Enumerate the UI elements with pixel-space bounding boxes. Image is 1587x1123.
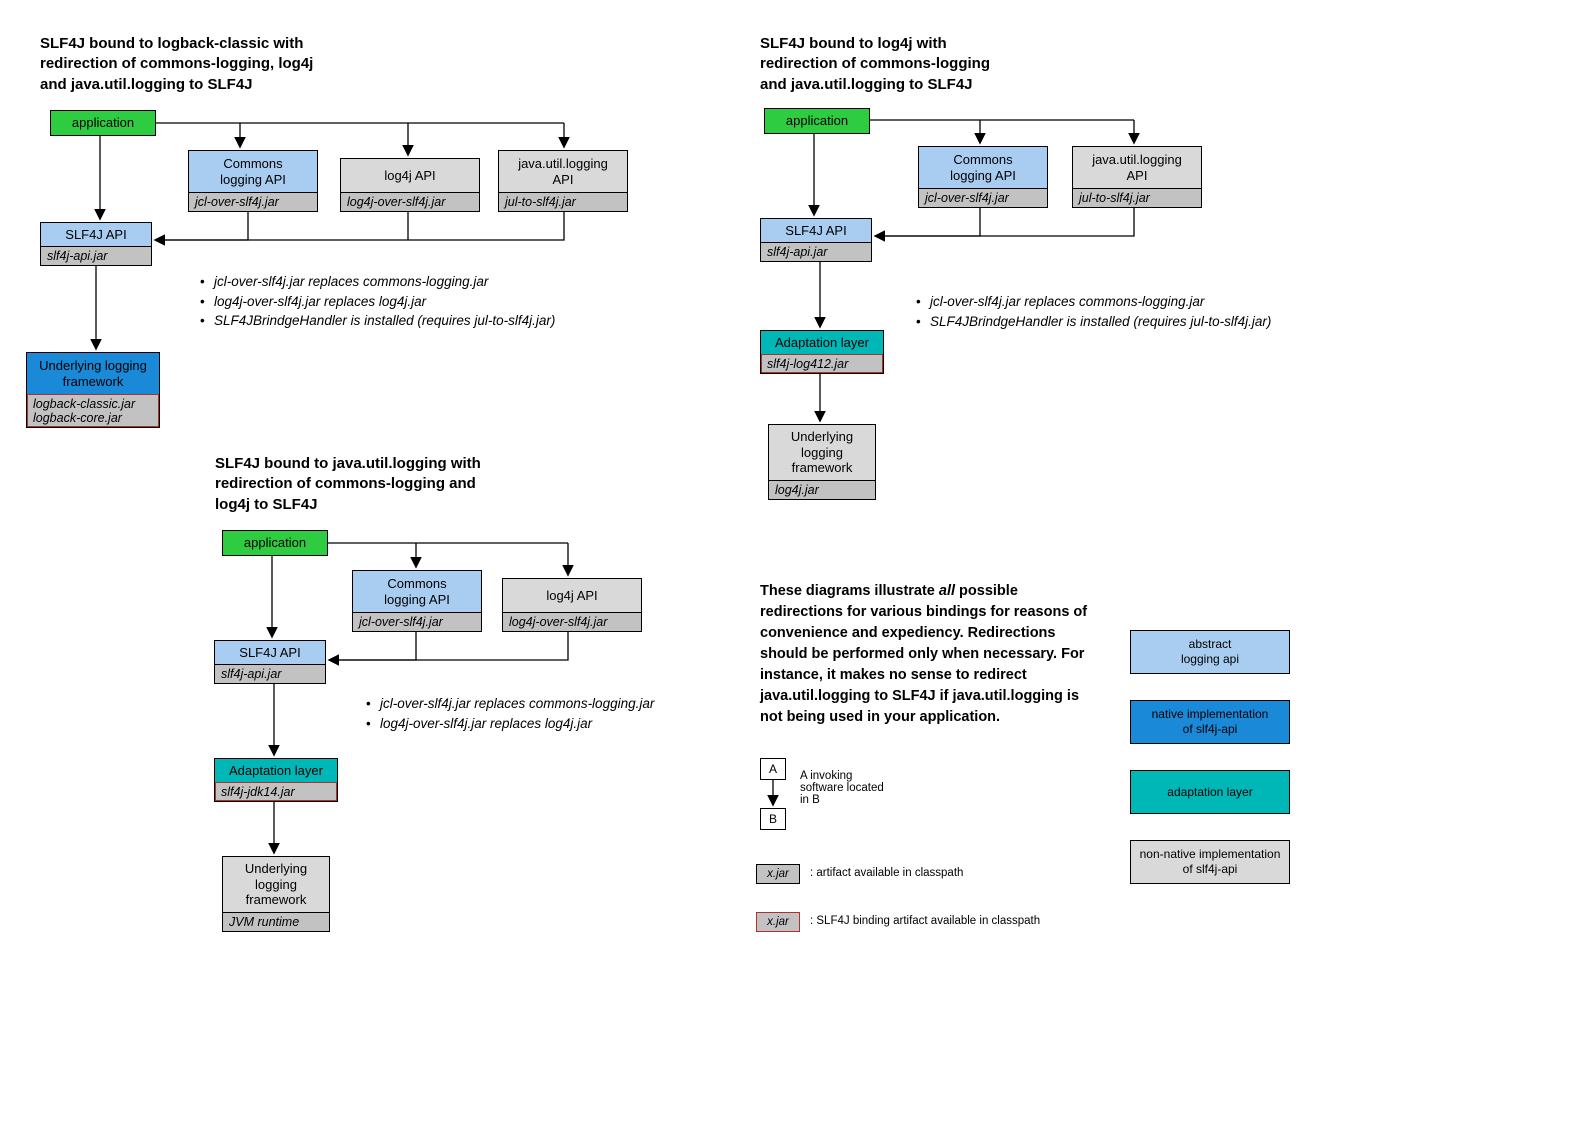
panel-jul-underlying: Underlying logging framework JVM runtime [222, 856, 330, 932]
legend-nonnative: non-native implementation of slf4j-api [1130, 840, 1290, 884]
jar-label: jcl-over-slf4j.jar [189, 192, 317, 211]
panel-jul-notes: •jcl-over-slf4j.jar replaces commons-log… [366, 694, 654, 733]
jar-label: jul-to-slf4j.jar [499, 192, 627, 211]
legend-adaptation: adaptation layer [1130, 770, 1290, 814]
panel-log4j-commons: Commons logging API jcl-over-slf4j.jar [918, 146, 1048, 208]
note: jcl-over-slf4j.jar replaces commons-logg… [930, 294, 1204, 309]
panel-logback-notes: •jcl-over-slf4j.jar replaces commons-log… [200, 272, 555, 331]
box-label: Underlying logging framework [769, 425, 875, 480]
jar-label: slf4j-jdk14.jar [215, 782, 337, 801]
box-label: SLF4J API [761, 219, 871, 242]
jar-label: logback-classic.jar logback-core.jar [27, 394, 159, 427]
panel-log4j-adaptation: Adaptation layer slf4j-log412.jar [760, 330, 884, 374]
summary-paragraph: These diagrams illustrate all possible r… [760, 560, 1090, 728]
panel-logback-underlying: Underlying logging framework logback-cla… [26, 352, 160, 428]
box-label: SLF4J API [215, 641, 325, 664]
legend-jar-plain: x.jar [756, 864, 800, 884]
box-label: Underlying logging framework [223, 857, 329, 912]
note: jcl-over-slf4j.jar replaces commons-logg… [214, 274, 488, 289]
panel-log4j-slf4j: SLF4J API slf4j-api.jar [760, 218, 872, 262]
legend-jar-red-text: : SLF4J binding artifact available in cl… [810, 915, 1040, 927]
panel-log4j-notes: •jcl-over-slf4j.jar replaces commons-log… [916, 292, 1271, 331]
note: SLF4JBrindgeHandler is installed (requir… [214, 313, 555, 328]
panel-log4j-jul: java.util.logging API jul-to-slf4j.jar [1072, 146, 1202, 208]
box-label: java.util.logging API [1073, 147, 1201, 188]
jar-label: log4j-over-slf4j.jar [503, 612, 641, 631]
panel-log4j-underlying: Underlying logging framework log4j.jar [768, 424, 876, 500]
note: log4j-over-slf4j.jar replaces log4j.jar [380, 716, 592, 731]
legend-jar-plain-text: : artifact available in classpath [810, 867, 963, 879]
note: SLF4JBrindgeHandler is installed (requir… [930, 314, 1271, 329]
box-label: Commons logging API [353, 571, 481, 612]
legend-abstract: abstract logging api [1130, 630, 1290, 674]
panel-logback-slf4j: SLF4J API slf4j-api.jar [40, 222, 152, 266]
jar-label: jcl-over-slf4j.jar [353, 612, 481, 631]
jar-label: log4j-over-slf4j.jar [341, 192, 479, 211]
panel-logback-application: application [50, 110, 156, 136]
legend-ab-a: A [760, 758, 786, 780]
box-label: Adaptation layer [215, 759, 337, 782]
legend-ab-text: A invoking software located in B [800, 770, 884, 806]
box-label: Adaptation layer [761, 331, 883, 354]
box-label: Commons logging API [919, 147, 1047, 188]
panel-jul-application: application [222, 530, 328, 556]
panel-logback-jul: java.util.logging API jul-to-slf4j.jar [498, 150, 628, 212]
panel-logback-commons: Commons logging API jcl-over-slf4j.jar [188, 150, 318, 212]
panel-log4j-title: SLF4J bound to log4j with redirection of… [760, 34, 990, 95]
jar-label: slf4j-api.jar [761, 242, 871, 261]
box-label: java.util.logging API [499, 151, 627, 192]
box-label: log4j API [503, 579, 641, 612]
jar-label: slf4j-log412.jar [761, 354, 883, 373]
box-label: application [223, 531, 327, 555]
panel-log4j-application: application [764, 108, 870, 134]
panel-jul-log4j: log4j API log4j-over-slf4j.jar [502, 578, 642, 632]
legend-native: native implementation of slf4j-api [1130, 700, 1290, 744]
panel-jul-title: SLF4J bound to java.util.logging with re… [215, 454, 481, 515]
panel-logback-title: SLF4J bound to logback-classic with redi… [40, 34, 313, 95]
jar-label: jul-to-slf4j.jar [1073, 188, 1201, 207]
note: jcl-over-slf4j.jar replaces commons-logg… [380, 696, 654, 711]
box-label: log4j API [341, 159, 479, 192]
box-label: Underlying logging framework [27, 353, 159, 394]
panel-jul-slf4j: SLF4J API slf4j-api.jar [214, 640, 326, 684]
legend-jar-red: x.jar [756, 912, 800, 932]
legend-ab-b: B [760, 808, 786, 830]
jar-label: slf4j-api.jar [41, 246, 151, 265]
jar-label: log4j.jar [769, 480, 875, 499]
box-label: application [51, 111, 155, 135]
jar-label: jcl-over-slf4j.jar [919, 188, 1047, 207]
jar-label: slf4j-api.jar [215, 664, 325, 683]
box-label: SLF4J API [41, 223, 151, 246]
box-label: Commons logging API [189, 151, 317, 192]
box-label: application [765, 109, 869, 133]
note: log4j-over-slf4j.jar replaces log4j.jar [214, 294, 426, 309]
panel-jul-commons: Commons logging API jcl-over-slf4j.jar [352, 570, 482, 632]
jar-label: JVM runtime [223, 912, 329, 931]
panel-logback-log4j: log4j API log4j-over-slf4j.jar [340, 158, 480, 212]
panel-jul-adaptation: Adaptation layer slf4j-jdk14.jar [214, 758, 338, 802]
